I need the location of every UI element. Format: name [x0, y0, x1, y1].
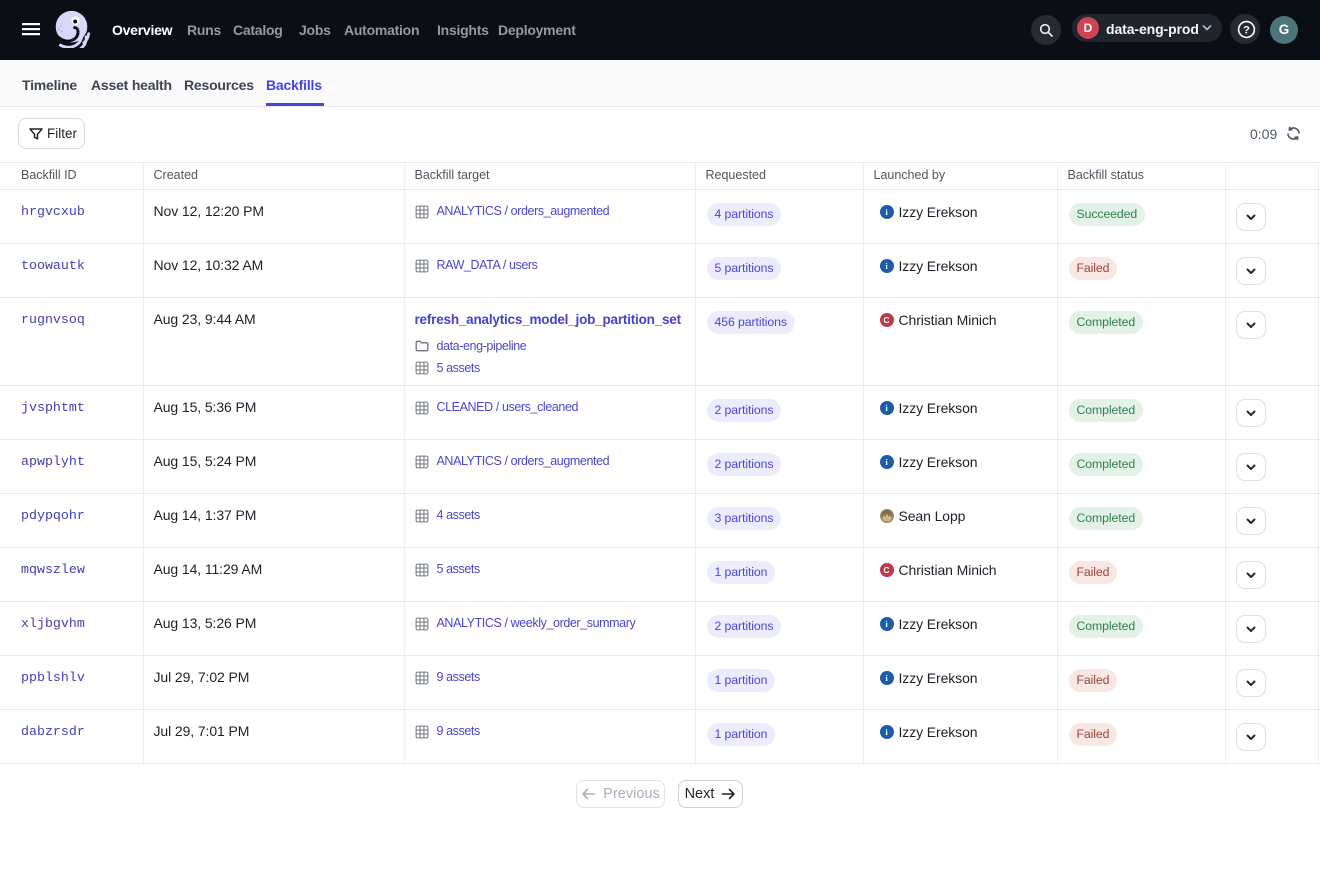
svg-text:?: ? — [1243, 24, 1250, 36]
